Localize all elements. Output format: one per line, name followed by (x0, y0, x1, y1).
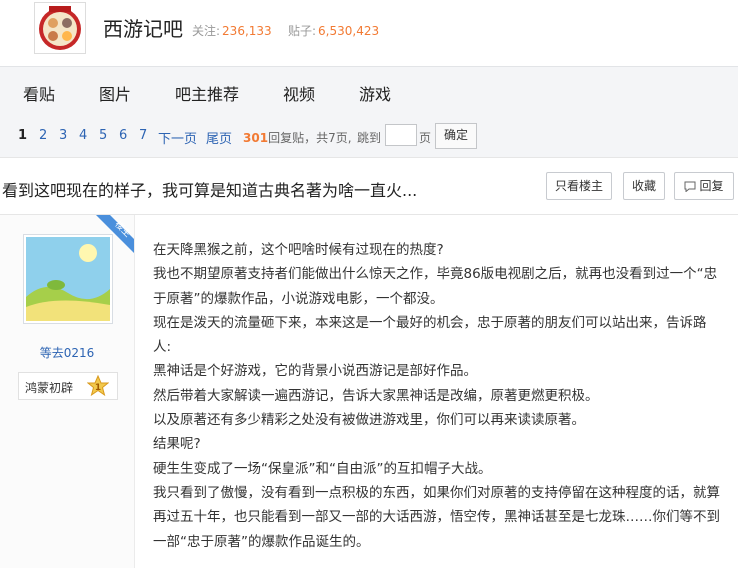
reply-button[interactable]: 回复 (674, 172, 734, 200)
nav-tab-posts[interactable]: 看贴 (23, 81, 55, 105)
page-link-7[interactable]: 7 (139, 128, 147, 143)
thread-title-bar: 看到这吧现在的样子，我可算是知道古典名著为啥一直火... 只看楼主 收藏 回复 (0, 158, 738, 215)
nav-tab-videos[interactable]: 视频 (283, 81, 315, 105)
page-link-4[interactable]: 4 (79, 128, 87, 143)
posts-count: 6,530,423 (318, 24, 380, 38)
post-line: 结果呢? (153, 436, 201, 453)
reply-count-text: 回复贴，共7页, (268, 131, 352, 145)
reply-icon (684, 181, 696, 192)
forum-name[interactable]: 西游记吧 (103, 13, 183, 42)
reply-count: 301 (243, 131, 269, 145)
page-link-5[interactable]: 5 (99, 128, 107, 143)
post-line: 以及原著还有多少精彩之处没有被做进游戏里，你们可以再来读读原著。 (153, 412, 585, 429)
post-line: 我也不期望原著支持者们能做出什么惊天之作，毕竟86版电视剧之后，就再也没看到过一… (153, 266, 718, 307)
level-badge-icon: 1 (87, 375, 109, 397)
author-name[interactable]: 等去0216 (0, 344, 134, 361)
forum-header: 西游记吧 关注: 236,133 贴子: 6,530,423 (0, 0, 738, 66)
follow-stat: 关注: 236,133 (192, 22, 272, 39)
jump-label: 跳到 (357, 131, 382, 145)
nav-tab-images[interactable]: 图片 (99, 81, 131, 105)
pagination-bar: 1 2 3 4 5 6 7 下一页 尾页 301回复贴，共7页, 跳到 页 确定 (0, 117, 738, 158)
page-link-3[interactable]: 3 (59, 128, 67, 143)
follow-count: 236,133 (222, 24, 272, 38)
nav-tab-games[interactable]: 游戏 (359, 81, 391, 105)
reply-button-label: 回复 (699, 179, 724, 193)
page-unit-label: 页 (419, 131, 432, 145)
post-line: 我只看到了傲慢，没有看到一点积极的东西，如果你们对原著的支持停留在这种程度的话，… (153, 484, 720, 550)
nav-tab-recommended[interactable]: 吧主推荐 (175, 81, 239, 105)
only-op-button[interactable]: 只看楼主 (546, 172, 612, 200)
level-number: 1 (95, 383, 101, 393)
posts-label: 贴子: (288, 24, 317, 38)
user-level[interactable]: 鸿蒙初辟 1 (18, 372, 118, 400)
post-floor-1: 等去0216 鸿蒙初辟 1 楼主 在天降黑猴之前，这个吧啥时候有过现在的热度? … (0, 215, 738, 568)
page-link-6[interactable]: 6 (119, 128, 127, 143)
thread-title: 看到这吧现在的样子，我可算是知道古典名著为啥一直火... (2, 181, 418, 200)
last-page-link[interactable]: 尾页 (206, 128, 232, 147)
post-line: 在天降黑猴之前，这个吧啥时候有过现在的热度? (153, 242, 444, 258)
op-badge: 楼主 (96, 215, 134, 253)
follow-label: 关注: (192, 24, 221, 38)
post-line: 硬生生变成了一场“保皇派”和“自由派”的互扣帽子大战。 (153, 460, 492, 477)
post-line: 然后带着大家解读一遍西游记，告诉大家黑神话是改编，原著更燃更积极。 (153, 387, 599, 404)
forum-nav: 看贴 图片 吧主推荐 视频 游戏 (0, 66, 738, 118)
level-name: 鸿蒙初辟 (25, 381, 74, 395)
post-content: 在天降黑猴之前，这个吧啥时候有过现在的热度? 我也不期望原著支持者们能做出什么惊… (153, 238, 723, 554)
post-line: 黑神话是个好游戏，它的背景小说西游记是部好作品。 (153, 363, 477, 380)
post-line: 现在是泼天的流量砸下来，本来这是一个最好的机会，忠于原著的朋友们可以站出来，告诉… (153, 314, 707, 356)
page-1-current: 1 (18, 128, 28, 143)
author-panel: 等去0216 鸿蒙初辟 1 (0, 215, 135, 568)
forum-logo[interactable] (34, 2, 86, 54)
page-link-2[interactable]: 2 (39, 128, 47, 143)
posts-stat: 贴子: 6,530,423 (288, 22, 379, 39)
reply-count-info: 301回复贴，共7页, (243, 129, 352, 146)
next-page-link[interactable]: 下一页 (158, 128, 197, 147)
favorite-button[interactable]: 收藏 (623, 172, 665, 200)
jump-confirm-button[interactable]: 确定 (435, 123, 477, 149)
jump-page-input[interactable] (385, 124, 417, 146)
